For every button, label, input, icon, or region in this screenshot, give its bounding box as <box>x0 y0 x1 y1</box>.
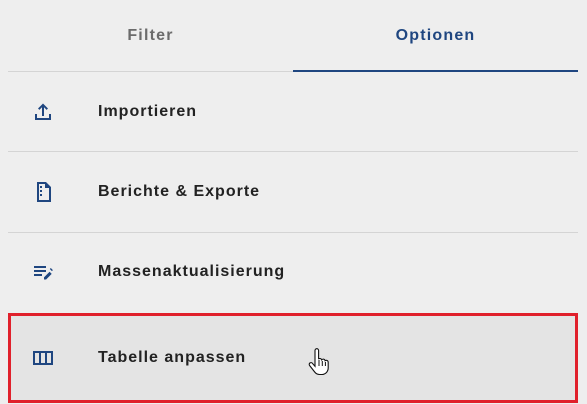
edit-list-icon <box>31 260 55 284</box>
upload-icon <box>31 100 55 124</box>
menu-item-importieren[interactable]: Importieren <box>8 72 578 151</box>
report-document-icon <box>31 180 55 204</box>
table-columns-icon <box>31 346 55 370</box>
tab-filter[interactable]: Filter <box>8 0 293 71</box>
tab-bar: Filter Optionen <box>8 0 578 72</box>
tab-optionen[interactable]: Optionen <box>293 0 578 72</box>
menu-item-label: Tabelle anpassen <box>98 349 247 366</box>
menu-item-label: Massenaktualisierung <box>98 263 286 280</box>
menu-item-berichte-exporte[interactable]: Berichte & Exporte <box>8 152 578 232</box>
menu-item-massenaktualisierung[interactable]: Massenaktualisierung <box>8 233 578 311</box>
menu-item-label: Berichte & Exporte <box>98 183 261 200</box>
hand-pointer-icon <box>308 348 329 376</box>
menu-item-label: Importieren <box>98 102 198 120</box>
menu-item-tabelle-anpassen[interactable]: Tabelle anpassen <box>8 313 578 403</box>
